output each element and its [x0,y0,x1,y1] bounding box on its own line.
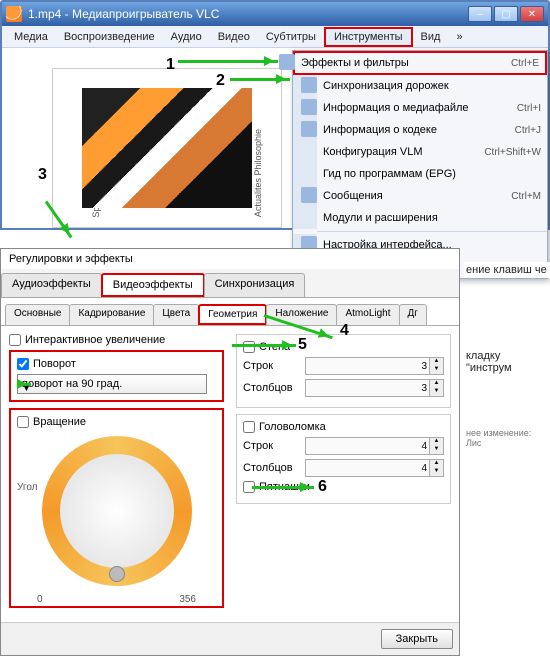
dial-min: 0 [37,594,43,605]
puzzle-checkbox[interactable] [243,421,255,433]
rotation-group: Вращение Угол 0 356 [9,408,224,608]
puzzle-cols-spinner[interactable]: 4▲▼ [305,459,444,477]
rotate-checkbox[interactable] [17,358,29,370]
main-tab[interactable]: Аудиоэффекты [1,273,102,297]
menu-item[interactable]: Конфигурация VLMCtrl+Shift+W [293,141,547,163]
menu-item-icon [301,99,317,115]
wall-cols-label: Столбцов [243,382,299,394]
tools-dropdown-menu: Эффекты и фильтрыCtrl+EСинхронизация дор… [292,50,548,279]
rotate-row[interactable]: Поворот [17,358,216,370]
effects-main-tabs: АудиоэффектыВидеоэффектыСинхронизация [1,269,459,298]
arrow-6 [252,486,314,489]
maximize-button[interactable]: ▢ [494,6,518,22]
puzzle-label: Головоломка [259,421,326,433]
sub-tab[interactable]: Цвета [153,304,199,325]
puzzle-group: Головоломка Строк 4▲▼ Столбцов 4▲▼ Пятна… [236,414,451,504]
arrow-1 [178,60,278,63]
interactive-zoom-label: Интерактивное увеличение [25,334,165,346]
wall-rows-spinner[interactable]: 3▲▼ [305,357,444,375]
rotation-row[interactable]: Вращение [17,416,216,428]
menu-видео[interactable]: Видео [210,29,258,45]
annot-1: 1 [166,56,175,74]
sub-tab[interactable]: Кадрирование [69,304,154,325]
menu-item-icon [301,77,317,93]
sub-tab[interactable]: Дг [399,304,427,325]
menubar: МедиаВоспроизведениеАудиоВидеоСубтитрыИн… [2,26,548,48]
menu-субтитры[interactable]: Субтитры [258,29,324,45]
menu-item-icon [301,121,317,137]
annot-2: 2 [216,72,225,90]
interactive-zoom-checkbox[interactable] [9,334,21,346]
menu-item[interactable]: Синхронизация дорожек [293,75,547,97]
wall-checkbox[interactable] [243,341,255,353]
menu-item[interactable]: СообщенияCtrl+M [293,185,547,207]
annot-5: 5 [298,336,307,354]
effects-sub-tabs: ОсновныеКадрированиеЦветаГеометрияНаложе… [1,298,459,326]
right-crop-b: кладку "инструм [464,348,550,376]
rotation-checkbox[interactable] [17,416,29,428]
puzzle-rows-label: Строк [243,440,299,452]
wall-rows-label: Строк [243,360,299,372]
geometry-panel: Интерактивное увеличение Поворот поворот… [1,326,459,622]
annot-4: 4 [340,322,349,340]
annot-6: 6 [318,478,327,496]
menu-инструменты[interactable]: Инструменты [324,27,413,47]
video-art [82,88,252,208]
titlebar[interactable]: 1.mp4 - Медиапроигрыватель VLC – ▢ ✕ [2,2,548,26]
main-tab[interactable]: Синхронизация [204,273,306,297]
puzzle-row[interactable]: Головоломка [243,421,444,433]
effects-dialog-title: Регулировки и эффекты [1,249,459,269]
menu-item[interactable]: Информация о кодекеCtrl+J [293,119,547,141]
rotation-dial[interactable] [42,436,192,586]
menu-item-icon [279,54,295,70]
menu-item[interactable]: Эффекты и фильтрыCtrl+E [293,51,547,75]
menu-item[interactable]: Модули и расширения [293,207,547,229]
rotation-label: Вращение [33,416,86,428]
wall-row[interactable]: Стена [243,341,444,353]
rotate-combo[interactable]: поворот на 90 град. ▼ [17,374,207,394]
video-thumbnail: Sple onbine Pahenten Actualites Philosop… [52,68,282,228]
sub-tab[interactable]: Основные [5,304,70,325]
menu-item[interactable]: Гид по программам (EPG) [293,163,547,185]
arrow-5 [232,344,296,347]
rotation-knob[interactable] [109,566,125,582]
angle-label: Угол [17,482,38,493]
dial-max: 356 [179,594,196,605]
menu-воспроизведение[interactable]: Воспроизведение [56,29,163,45]
chevron-down-icon: ▼ [22,383,31,386]
effects-close-button[interactable]: Закрыть [381,629,453,649]
menu-медиа[interactable]: Медиа [6,29,56,45]
main-tab[interactable]: Видеоэффекты [101,273,205,297]
menu-»[interactable]: » [448,29,470,45]
rotate-label: Поворот [33,358,76,370]
close-button[interactable]: ✕ [520,6,544,22]
sub-tab[interactable]: Наложение [266,304,337,325]
menu-item[interactable]: Информация о медиафайлеCtrl+I [293,97,547,119]
rotate-group: Поворот поворот на 90 град. ▼ [9,350,224,402]
rotate-combo-value: поворот на 90 град. [22,378,122,390]
arrow-2 [230,78,290,81]
puzzle-rows-spinner[interactable]: 4▲▼ [305,437,444,455]
menu-аудио[interactable]: Аудио [163,29,210,45]
right-crop-c: нее изменение: Лис [464,426,550,450]
puzzle-cols-label: Столбцов [243,462,299,474]
annot-3: 3 [38,166,47,184]
minimize-button[interactable]: – [468,6,492,22]
thumb-right-text: Actualites Philosophie [253,129,263,217]
window-title: 1.mp4 - Медиапроигрыватель VLC [28,7,468,21]
right-crop-a: ение клавиш че [464,262,550,278]
vlc-cone-icon [6,6,22,22]
effects-dialog: Регулировки и эффекты АудиоэффектыВидеоэ… [0,248,460,656]
menu-item-icon [301,187,317,203]
menu-вид[interactable]: Вид [413,29,449,45]
sub-tab[interactable]: Геометрия [198,304,267,325]
wall-cols-spinner[interactable]: 3▲▼ [305,379,444,397]
interactive-zoom-row[interactable]: Интерактивное увеличение [9,334,224,346]
